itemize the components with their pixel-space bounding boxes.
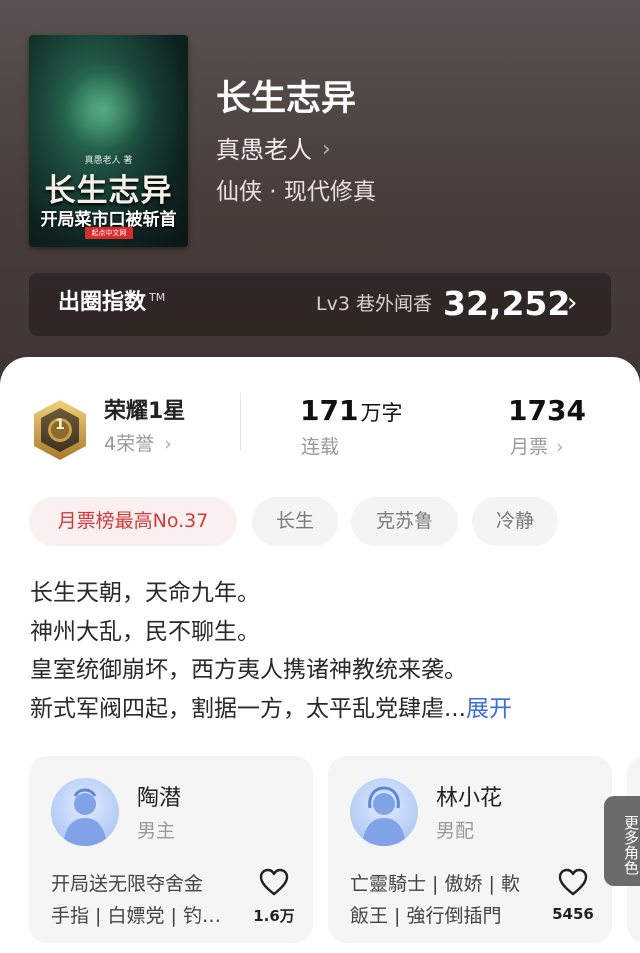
chevron-right-icon: › (556, 436, 564, 458)
popularity-index-bar[interactable]: 出圈指数 TM Lv3 巷外闻香 32,252 › (29, 273, 611, 336)
character-card[interactable]: 林小花 男配 亡靈騎士 | 傲娇 | 軟 飯王 | 強行倒插門 5456 (328, 756, 612, 943)
character-role: 男主 (137, 820, 176, 842)
author-name: 真愚老人 (216, 136, 312, 164)
description-line: 新式军阀四起，割据一方，太平乱党肆虐...展开 (30, 695, 512, 722)
book-description: 长生天朝，天命九年。 神州大乱，民不聊生。 皇室统御崩坏，西方夷人携诸神教统来袭… (30, 574, 620, 728)
cover-title: 长生志异 (44, 173, 173, 209)
heart-icon[interactable] (558, 868, 588, 896)
more-roles-button[interactable]: 更多角色 (604, 796, 640, 886)
honor-count-link[interactable]: 4荣誉 › (104, 435, 172, 454)
chevron-right-icon: › (164, 433, 172, 455)
monthly-votes-link[interactable]: 月票 › (510, 438, 564, 457)
popularity-index-label: 出圈指数 TM (58, 290, 166, 315)
character-name: 陶潜 (137, 786, 182, 811)
popularity-score: 32,252 (443, 284, 571, 323)
tag-cthulhu[interactable]: 克苏鲁 (351, 497, 458, 546)
character-traits: 亡靈騎士 | 傲娇 | 軟 飯王 | 強行倒插門 (350, 873, 520, 927)
honor-level[interactable]: 荣耀1星 (104, 401, 185, 423)
serial-status: 连载 (301, 436, 340, 458)
book-genre: 仙侠 · 现代修真 (216, 179, 376, 205)
description-line: 皇室统御崩坏，西方夷人携诸神教统来袭。 (30, 657, 467, 683)
tag-calm[interactable]: 冷静 (472, 497, 558, 546)
character-likes: 1.6万 (253, 907, 295, 925)
author-link[interactable]: 真愚老人 › (216, 138, 331, 162)
character-avatar (350, 778, 418, 846)
description-line: 长生天朝，天命九年。 (30, 580, 260, 606)
character-likes: 5456 (552, 905, 594, 923)
cover-artwork (49, 65, 159, 155)
tag-ranking[interactable]: 月票榜最高No.37 (29, 497, 237, 546)
character-card[interactable]: 陶潜 男主 开局送无限夺舍金 手指 | 白嫖党 | 钓… 1.6万 (29, 756, 313, 943)
stats-divider (240, 393, 241, 451)
character-role: 男配 (436, 820, 475, 842)
book-cover[interactable]: 真愚老人 著 长生志异 开局菜市口被斩首 起点中文网 (29, 35, 188, 247)
cover-publisher-logo: 起点中文网 (85, 227, 133, 239)
word-count: 171万字 (300, 394, 403, 427)
trademark-mark: TM (149, 291, 166, 304)
heart-icon[interactable] (259, 868, 289, 896)
monthly-votes-count[interactable]: 1734 (508, 397, 586, 425)
book-title: 长生志异 (216, 79, 357, 119)
chevron-right-icon: › (567, 288, 578, 318)
honor-badge-number: 1 (55, 417, 65, 433)
character-traits: 开局送无限夺舍金 手指 | 白嫖党 | 钓… (51, 873, 221, 927)
description-line: 神州大乱，民不聊生。 (30, 618, 260, 645)
expand-link[interactable]: 展开 (466, 696, 512, 722)
honor-badge-icon: 1 (30, 398, 90, 462)
character-name: 林小花 (436, 786, 503, 811)
tag-longevity[interactable]: 长生 (252, 497, 338, 546)
chevron-right-icon: › (322, 137, 331, 162)
popularity-level: Lv3 巷外闻香 (316, 293, 432, 315)
character-avatar (51, 778, 119, 846)
